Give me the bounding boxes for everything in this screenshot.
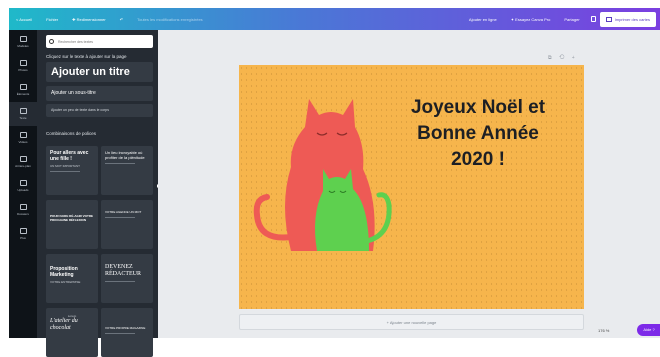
tile-main-text: DEVENEZ RÉDACTEUR [105,264,141,277]
font-combo-tile[interactable]: Proposition Marketing VOTRE ENTREPRISE [46,254,98,303]
add-body-text-button[interactable]: Ajouter un peu de texte dans le corps [46,104,153,117]
tile-sub-text: VOTRE ENTREPRISE [50,280,81,284]
font-combo-tile[interactable]: POUR FAIRE RÉ-AGIR VOTRE PROCHAINE RÉFLE… [46,200,98,249]
panel-hint: Cliquez sur le texte à ajouter sur la pa… [46,54,127,59]
font-combo-tile[interactable]: DEVENEZ RÉDACTEUR [101,254,153,303]
zoom-level[interactable]: 176 % [598,328,609,333]
more-icon [19,228,27,234]
rail-label: Arrière-plan [15,164,31,168]
rail-label: Uploads [17,188,29,192]
font-combos-heading: Combinaisons de polices [46,131,97,136]
add-subtitle-button[interactable]: Ajouter un sous-titre [46,86,153,101]
add-page-button[interactable]: + Ajouter une nouvelle page [239,314,584,330]
tile-main-text: VOTRE AGENCE UN MOT [105,210,142,214]
rail-item-videos[interactable]: Vidéos [9,126,37,150]
text-panel: Cliquez sur le texte à ajouter sur la pa… [37,30,158,357]
help-button[interactable]: Aide ? [637,324,660,336]
elements-icon [19,84,27,90]
resize-button[interactable]: ✚ Redimensionner [65,17,113,22]
tile-main-text: Un lieu incroyable où profiter de la plé… [105,150,145,160]
photos-icon [19,60,27,66]
rail-item-templates[interactable]: Modèles [9,30,37,54]
rail-label: Photos [18,68,28,72]
tile-divider [105,217,135,218]
side-rail: Modèles Photos Éléments Texte Vidéos Arr… [9,30,37,338]
tile-divider [105,333,135,334]
greeting-line-3: 2020 ! [451,149,505,170]
file-menu[interactable]: Fichier [39,17,65,22]
video-icon [19,132,27,138]
tile-divider [105,163,135,164]
font-combo-tile[interactable]: Pour allers avec une fille ! UN MOT IMPO… [46,146,98,195]
rail-label: Dossiers [17,212,29,216]
print-cards-label: Imprimer des cartes [614,16,650,22]
rail-item-text[interactable]: Texte [9,102,37,126]
page-tools[interactable]: ⧉ ⟲ + [548,55,578,61]
rail-item-uploads[interactable]: Uploads [9,174,37,198]
printer-icon [605,16,612,22]
upload-icon [19,180,27,186]
font-combo-tile[interactable]: Lorem L'atelier du chocolat [46,308,98,357]
rail-item-more[interactable]: Plus [9,222,37,246]
download-icon[interactable] [590,16,596,22]
save-status: Toutes les modifications enregistrées [137,16,203,22]
templates-icon [19,36,27,42]
tile-divider [105,281,135,282]
rail-label: Modèles [17,44,29,48]
share-button[interactable]: Partager [557,17,586,22]
tile-main-text: Pour allers avec une fille ! [50,150,89,162]
tile-sub-text: UN MOT IMPORTANT [50,164,80,168]
rail-item-photos[interactable]: Photos [9,54,37,78]
rail-label: Texte [19,116,27,120]
background-icon [19,156,27,162]
search-input[interactable] [58,39,148,44]
folder-icon [19,204,27,210]
tile-divider [50,171,80,172]
rail-label: Éléments [16,92,30,96]
greeting-text[interactable]: Joyeux Noël et Bonne Année 2020 ! [388,95,568,173]
top-bar: < Accueil Fichier ✚ Redimensionner ↶ Tou… [9,8,660,30]
font-combo-tile[interactable]: VOTRE PROPRE MAGAZINE [101,308,153,357]
text-search[interactable] [46,35,153,48]
undo-button[interactable]: ↶ [113,17,130,22]
tile-main-text: POUR FAIRE RÉ-AGIR VOTRE PROCHAINE RÉFLE… [50,214,94,222]
rail-label: Vidéos [18,140,28,144]
rail-label: Plus [20,236,26,240]
font-combo-tile[interactable]: VOTRE AGENCE UN MOT [101,200,153,249]
tile-main-text: L'atelier du chocolat [50,318,78,331]
try-pro-button[interactable]: ✦ Essayez Canva Pro [504,17,558,22]
tile-main-text: Proposition Marketing [50,266,78,278]
add-editors-link[interactable]: Ajouter en ligne [462,17,504,22]
add-title-button[interactable]: Ajouter un titre [46,62,153,82]
print-cards-button[interactable]: Imprimer des cartes [599,11,656,27]
tile-main-text: VOTRE PROPRE MAGAZINE [105,326,146,330]
greeting-line-2: Bonne Année [417,123,539,144]
search-icon [49,39,54,44]
font-combo-tile[interactable]: Un lieu incroyable où profiter de la plé… [101,146,153,195]
home-button[interactable]: < Accueil [9,17,39,22]
text-icon [19,108,27,114]
rail-item-folders[interactable]: Dossiers [9,198,37,222]
rail-item-background[interactable]: Arrière-plan [9,150,37,174]
rail-item-elements[interactable]: Éléments [9,78,37,102]
greeting-line-1: Joyeux Noël et [410,97,546,118]
